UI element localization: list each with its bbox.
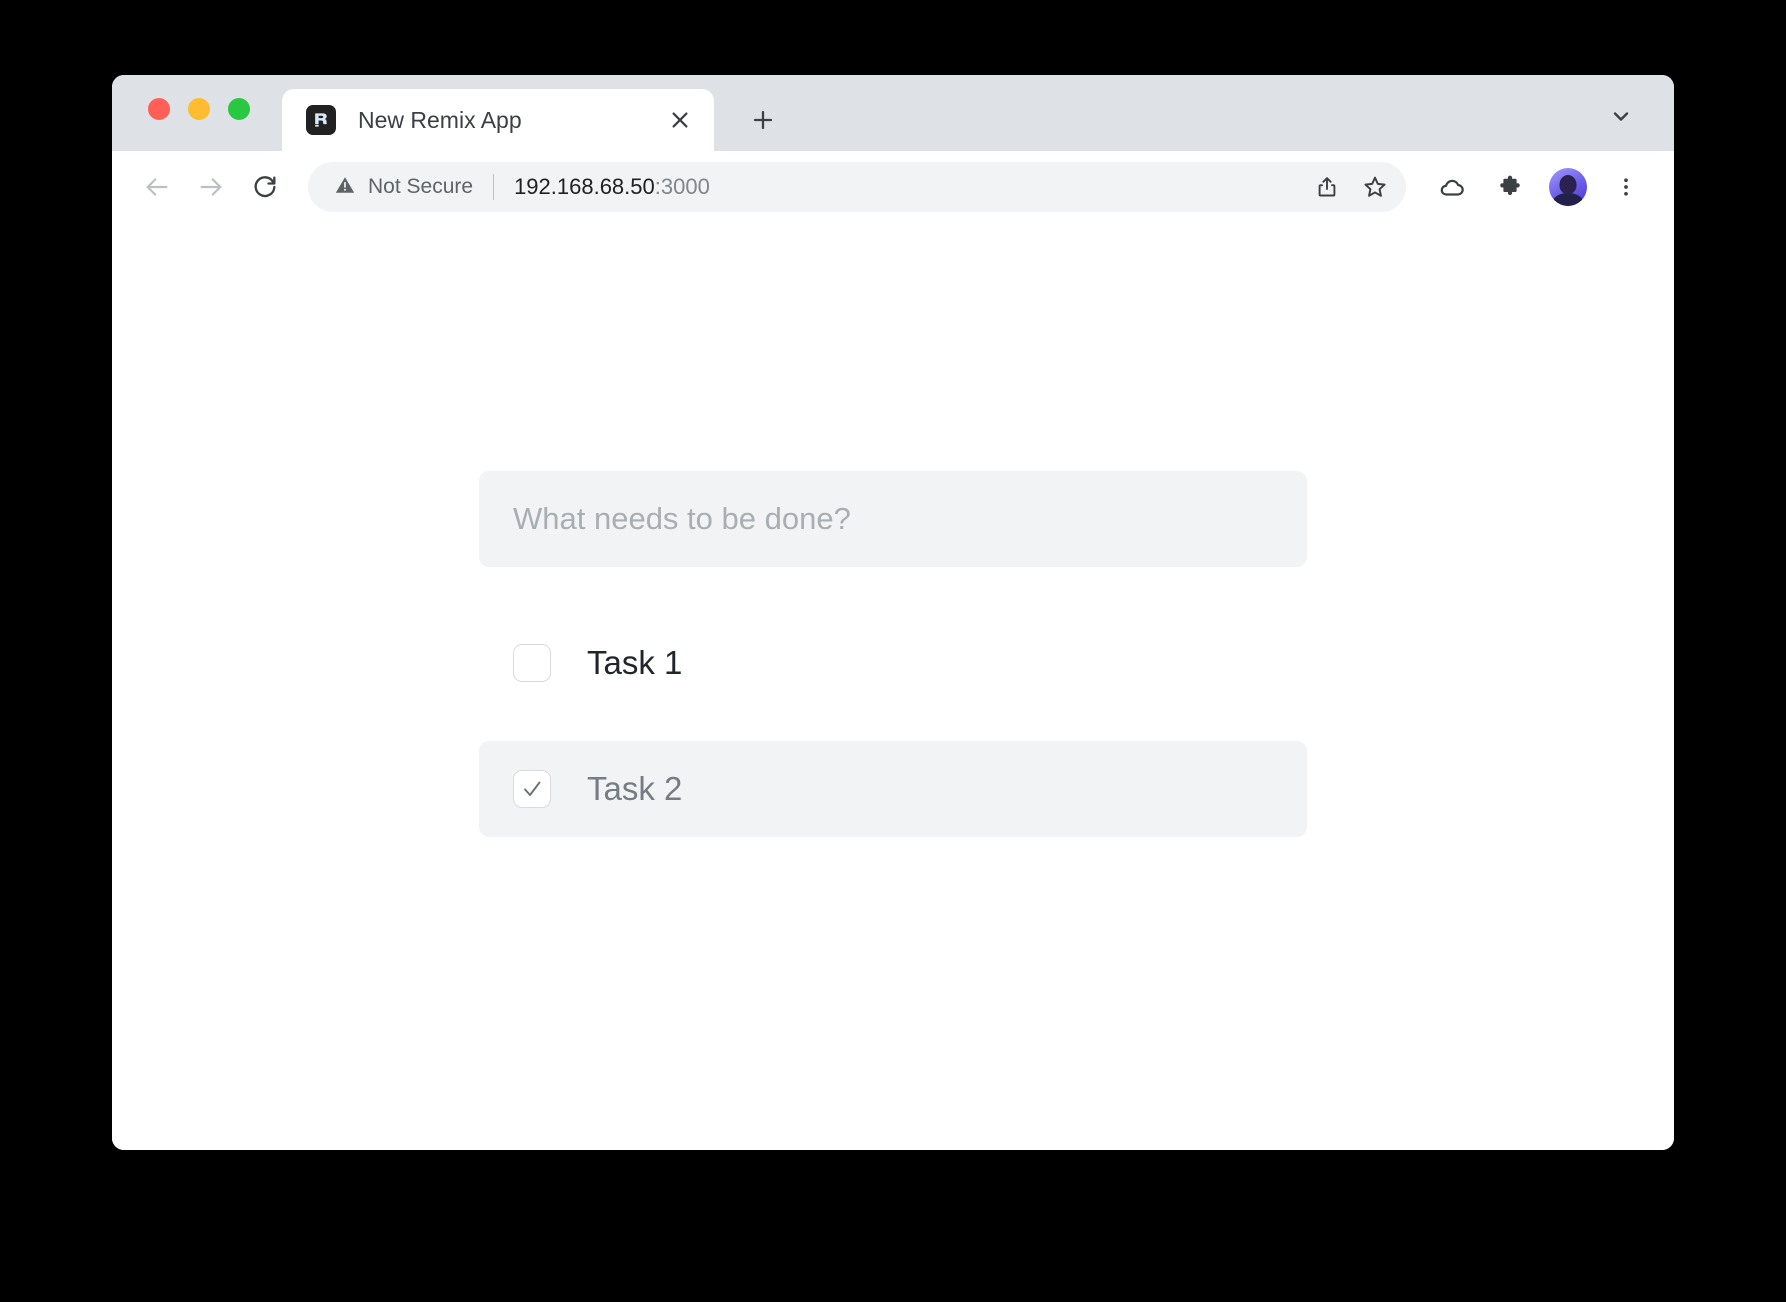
star-icon[interactable] <box>1352 164 1398 210</box>
window-minimize-button[interactable] <box>188 98 210 120</box>
share-icon[interactable] <box>1304 164 1350 210</box>
todo-item-task-1[interactable]: Task 1 <box>479 615 1307 711</box>
browser-toolbar: Not Secure 192.168.68.50:3000 <box>112 151 1674 223</box>
todo-checkbox[interactable] <box>513 644 551 682</box>
todo-checkbox-checked[interactable] <box>513 770 551 808</box>
security-label: Not Secure <box>368 175 474 198</box>
security-status[interactable]: Not Secure <box>334 174 473 201</box>
traffic-lights <box>148 98 250 120</box>
puzzle-piece-icon[interactable] <box>1486 163 1534 211</box>
remix-logo-icon <box>306 105 336 135</box>
three-dots-vertical-icon[interactable] <box>1602 163 1650 211</box>
todo-label: Task 2 <box>587 770 683 807</box>
reload-button[interactable] <box>238 160 292 214</box>
new-tab-button[interactable] <box>740 97 786 143</box>
forward-button[interactable] <box>184 160 238 214</box>
warning-triangle-icon <box>334 174 356 201</box>
avatar <box>1549 168 1587 206</box>
url-host: 192.168.68.50 <box>514 174 655 199</box>
window-close-button[interactable] <box>148 98 170 120</box>
todo-item-task-2[interactable]: Task 2 <box>479 741 1307 837</box>
tab-title: New Remix App <box>358 106 522 133</box>
tab-strip: New Remix App <box>112 75 1674 151</box>
close-icon[interactable] <box>660 100 700 140</box>
back-button[interactable] <box>130 160 184 214</box>
todo-app: Task 1 Task 2 <box>479 471 1307 837</box>
chevron-down-icon[interactable] <box>1600 95 1642 137</box>
omnibox-actions <box>1304 164 1398 210</box>
browser-tab-new-remix-app[interactable]: New Remix App <box>282 89 714 151</box>
new-todo-input[interactable] <box>479 471 1307 567</box>
omnibox-divider <box>493 174 495 200</box>
todo-list: Task 1 Task 2 <box>479 615 1307 837</box>
cloud-icon[interactable] <box>1428 163 1476 211</box>
url-text: 192.168.68.50:3000 <box>514 174 1304 200</box>
browser-window: New Remix App Not Secure 192.168.68.50:3… <box>112 75 1674 1150</box>
url-port: :3000 <box>654 174 710 199</box>
page-viewport: Task 1 Task 2 <box>112 223 1674 1150</box>
address-bar[interactable]: Not Secure 192.168.68.50:3000 <box>308 162 1406 212</box>
todo-label: Task 1 <box>587 644 683 681</box>
profile-button[interactable] <box>1544 163 1592 211</box>
toolbar-actions <box>1428 163 1650 211</box>
window-maximize-button[interactable] <box>228 98 250 120</box>
todo-list-spacer <box>479 711 1307 741</box>
